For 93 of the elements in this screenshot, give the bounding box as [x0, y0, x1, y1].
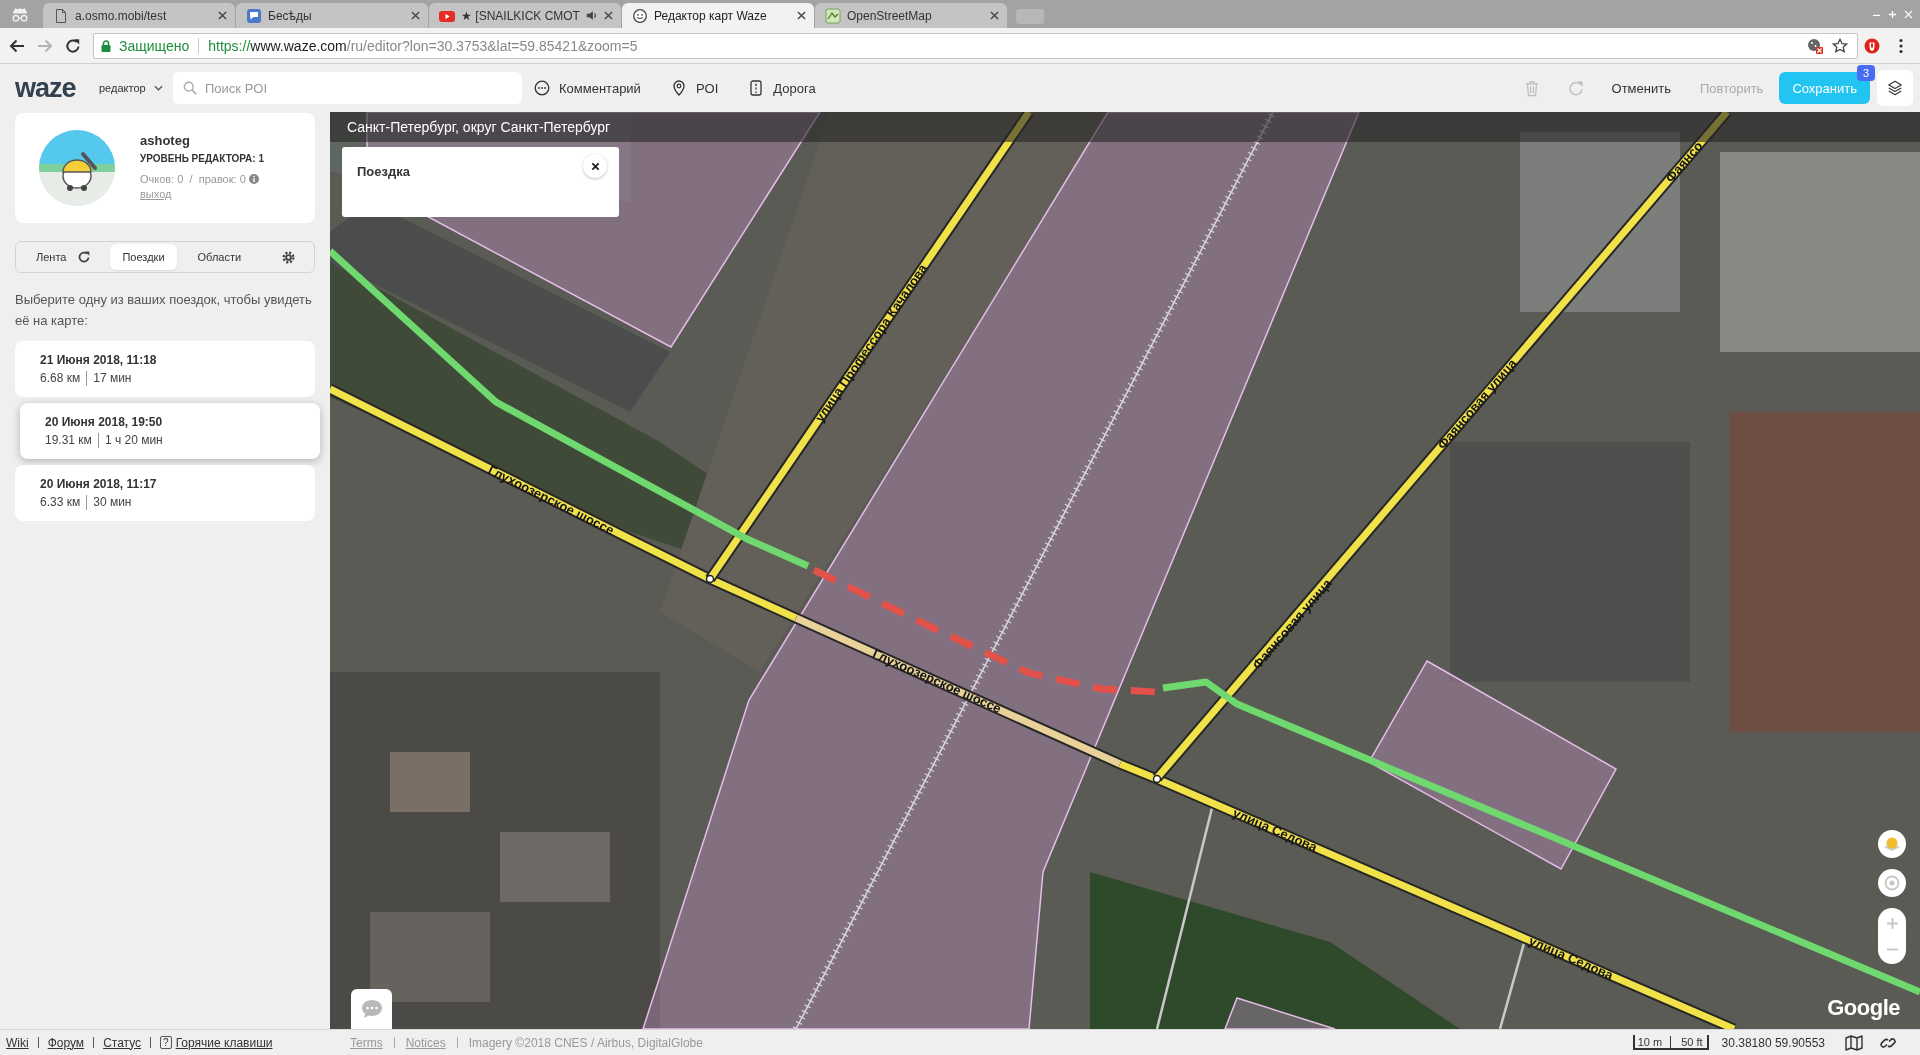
settings-icon[interactable] — [282, 250, 295, 264]
scale-imperial-label: 50 ft — [1680, 1036, 1704, 1048]
road-line[interactable] — [330, 384, 799, 623]
extension-icon[interactable] — [1864, 37, 1880, 54]
chat-bubble-icon — [360, 999, 383, 1019]
sidebar-tab[interactable]: Лента — [24, 244, 79, 270]
footer-link[interactable]: Wiki — [6, 1035, 29, 1050]
route-line[interactable] — [330, 248, 810, 570]
help-key: ? — [160, 1036, 172, 1049]
minor-road-line[interactable] — [1498, 942, 1526, 1029]
security-label: Защищено — [119, 37, 190, 54]
pin-icon — [670, 80, 687, 96]
junction-node[interactable] — [1152, 774, 1162, 784]
trips-hint: Выберите одну из ваших поездок, чтобы увидеть её на карте: — [15, 291, 313, 330]
trip-distance: 19.31 км — [45, 433, 92, 447]
url-text: https://www.waze.com/ru/editor?lon=30.3753&lat=59.85421&zoom=5 — [208, 37, 638, 54]
imagery-attribution: Imagery ©2018 CNES / Airbus, DigitalGlobe — [468, 1035, 703, 1050]
close-icon — [590, 161, 600, 171]
road-line[interactable] — [1117, 758, 1737, 1029]
back-arrow-icon[interactable] — [9, 37, 25, 54]
close-icon[interactable] — [797, 11, 806, 20]
close-icon[interactable] — [990, 11, 999, 20]
road-line[interactable] — [1152, 112, 1732, 782]
editor-level: УРОВЕНЬ РЕДАКТОРА: 1 — [140, 153, 264, 164]
popup-title: Поездка — [357, 164, 410, 179]
incognito-icon — [10, 6, 30, 22]
count-badge: 3 — [1857, 65, 1875, 81]
junction-node[interactable] — [705, 574, 715, 584]
layers-icon — [1887, 80, 1903, 96]
footer-link[interactable]: Форум — [47, 1035, 85, 1050]
page-icon — [53, 7, 69, 24]
trip-date: 20 Июня 2018, 19:50 — [45, 414, 164, 429]
close-icon[interactable] — [604, 11, 613, 20]
footer-link[interactable]: Статус — [103, 1035, 142, 1050]
trip-duration: 1 ч 20 мин — [104, 433, 163, 447]
trip-date: 20 Июня 2018, 11:17 — [40, 476, 158, 491]
reload-icon[interactable] — [65, 37, 81, 54]
browser-tab[interactable]: Редактор карт Waze — [622, 3, 814, 28]
waze-logo[interactable]: waze — [15, 74, 76, 102]
trip-distance: 6.68 км — [40, 371, 81, 385]
road-icon — [748, 80, 765, 96]
avatar-icon — [39, 130, 115, 206]
trip-date: 21 Июня 2018, 11:18 — [40, 352, 158, 367]
close-icon[interactable] — [411, 11, 420, 20]
cookie-blocked-icon[interactable] — [1807, 37, 1823, 54]
star-icon[interactable] — [1832, 37, 1848, 54]
close-icon[interactable] — [218, 11, 227, 20]
map-provider-logo: Google — [1827, 995, 1900, 1021]
username: ashoteg — [140, 133, 190, 148]
undo-button[interactable]: Отменить — [1611, 80, 1671, 96]
map-icon — [825, 7, 841, 24]
add-poi-button[interactable]: POI — [670, 73, 719, 103]
route-line[interactable] — [1162, 678, 1920, 996]
search-icon — [183, 81, 197, 95]
minor-road-line[interactable] — [1155, 807, 1214, 1029]
refresh-icon[interactable] — [78, 251, 91, 263]
trip-duration: 30 мин — [93, 495, 132, 509]
browser-tab[interactable]: a.osmo.mobi/test — [43, 3, 235, 28]
cursor-coordinates: 30.38180 59.90553 — [1721, 1035, 1825, 1050]
lock-icon — [101, 39, 111, 52]
crosshair-icon — [1882, 873, 1902, 893]
edit-stats: Очков: 0 / правок: 0 — [140, 173, 246, 185]
layers-button[interactable] — [1877, 70, 1913, 106]
draw-road-button[interactable]: Дорога — [748, 73, 816, 103]
trip-duration: 17 мин — [93, 371, 132, 385]
browser-tab[interactable]: Бесѣды — [236, 3, 428, 28]
trip-card[interactable]: 21 Июня 2018, 11:18 6.68 км 17 мин — [15, 341, 315, 397]
footer-link[interactable]: Горячие клавиши — [175, 1035, 273, 1050]
speech-bubble-icon — [534, 80, 550, 96]
sidebar-tab[interactable]: Области — [185, 244, 254, 270]
plus-icon — [1885, 916, 1899, 930]
smiley-icon — [632, 7, 648, 24]
folded-map-icon[interactable] — [1845, 1034, 1863, 1051]
trip-distance: 6.33 км — [40, 495, 81, 509]
trip-card[interactable]: 20 Июня 2018, 11:17 6.33 км 30 мин — [15, 465, 315, 521]
browser-tab[interactable]: ★ [SNAILKICK СМОТ — [429, 3, 621, 28]
mode-dropdown[interactable]: редактор — [99, 82, 173, 94]
sidebar-tab[interactable]: Поездки — [110, 244, 177, 270]
speaker-icon[interactable] — [586, 10, 598, 21]
selected-road-segment[interactable] — [793, 613, 1123, 769]
trip-card[interactable]: 20 Июня 2018, 19:50 19.31 км 1 ч 20 мин — [20, 403, 320, 459]
address-field[interactable]: Защищено https://www.waze.com/ru/editor?lon=30.3753&lat=59.85421&zoom=5 — [93, 32, 1858, 59]
search-field[interactable]: Поиск POI — [173, 72, 522, 104]
caret-icon — [153, 85, 163, 91]
location-name: Санкт-Петербург, округ Санкт-Петербург — [347, 119, 611, 135]
info-icon[interactable] — [248, 174, 259, 184]
road-line[interactable] — [705, 112, 1034, 583]
scale-metric-label: 10 m — [1634, 1036, 1672, 1048]
add-comment-button[interactable]: Комментарий — [534, 73, 641, 103]
chat-app-icon — [246, 7, 262, 24]
menu-icon[interactable] — [1899, 37, 1903, 54]
browser-tab[interactable]: OpenStreetMap — [815, 3, 1007, 28]
close-button[interactable] — [583, 154, 607, 178]
